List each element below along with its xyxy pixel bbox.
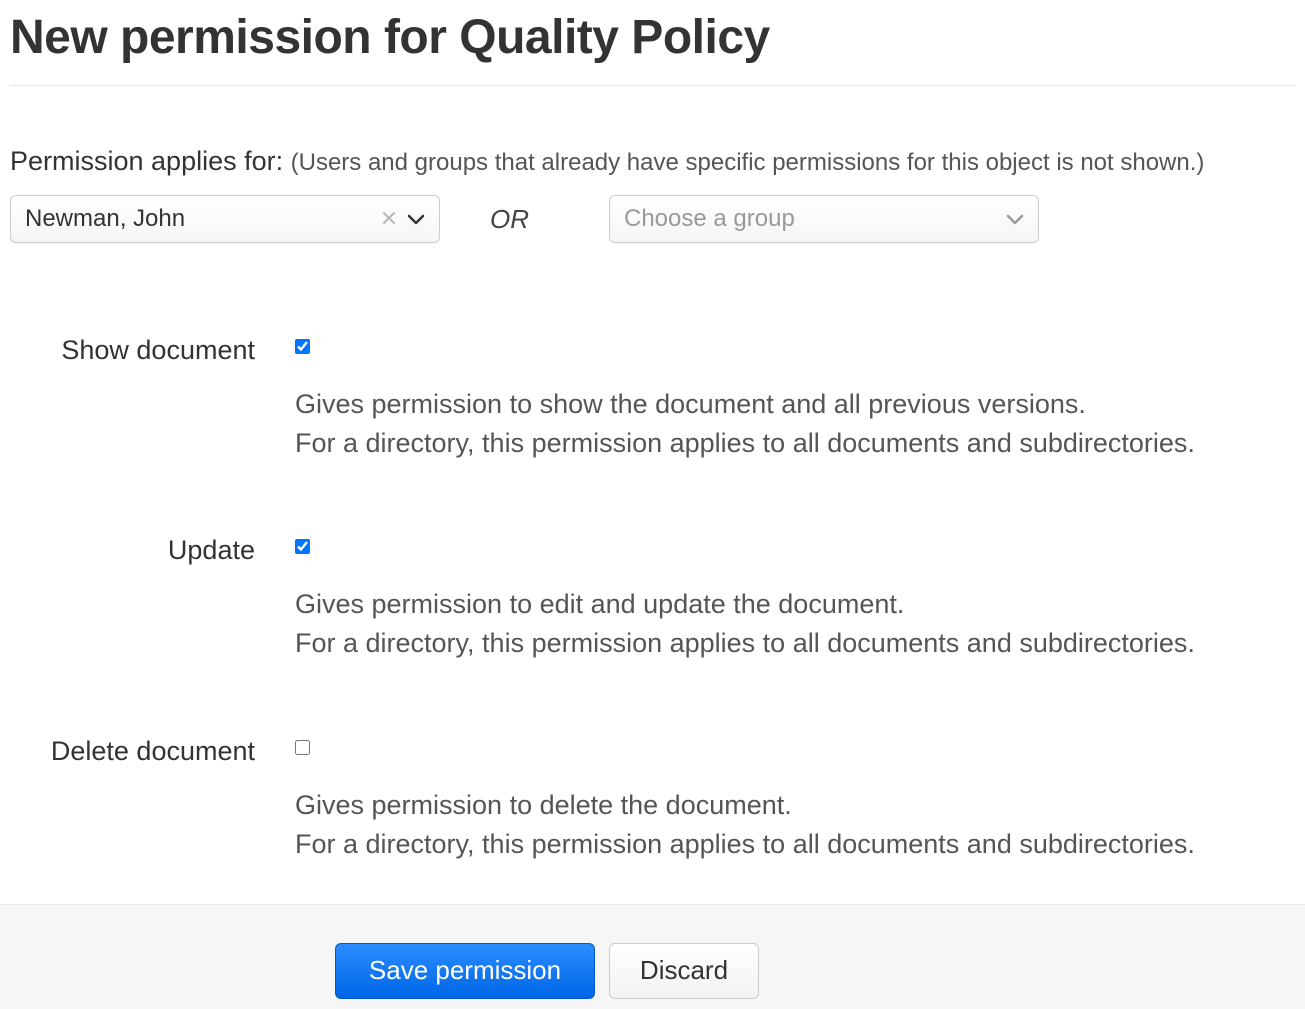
permission-label: Update — [10, 533, 295, 566]
desc-line: For a directory, this permission applies… — [295, 424, 1295, 463]
show-document-checkbox[interactable] — [295, 339, 310, 354]
applies-hint: (Users and groups that already have spec… — [291, 149, 1205, 176]
chevron-down-icon — [1006, 213, 1024, 225]
permission-description: Gives permission to edit and update the … — [295, 585, 1295, 663]
save-button[interactable]: Save permission — [335, 943, 595, 999]
desc-line: For a directory, this permission applies… — [295, 624, 1295, 663]
chevron-down-icon — [407, 213, 425, 225]
discard-button[interactable]: Discard — [609, 943, 759, 999]
desc-line: For a directory, this permission applies… — [295, 825, 1295, 864]
user-select-value: Newman, John — [25, 205, 381, 233]
permission-label: Delete document — [10, 734, 295, 767]
desc-line: Gives permission to edit and update the … — [295, 585, 1295, 624]
desc-line: Gives permission to show the document an… — [295, 385, 1295, 424]
or-label: OR — [490, 204, 529, 235]
permission-row-show: Show document Gives permission to show t… — [10, 333, 1295, 463]
divider — [10, 85, 1295, 86]
user-select[interactable]: Newman, John — [10, 195, 440, 243]
group-select-placeholder: Choose a group — [624, 205, 1006, 233]
permission-row-update: Update Gives permission to edit and upda… — [10, 533, 1295, 663]
permission-row-delete: Delete document Gives permission to dele… — [10, 734, 1295, 864]
selector-row: Newman, John OR Choose a group — [10, 195, 1295, 243]
update-checkbox[interactable] — [295, 539, 310, 554]
applies-label: Permission applies for: — [10, 146, 291, 176]
permission-description: Gives permission to show the document an… — [295, 385, 1295, 463]
applies-row: Permission applies for: (Users and group… — [10, 146, 1295, 177]
permission-label: Show document — [10, 333, 295, 366]
footer-bar: Save permission Discard — [0, 904, 1305, 1009]
delete-document-checkbox[interactable] — [295, 740, 310, 755]
desc-line: Gives permission to delete the document. — [295, 786, 1295, 825]
clear-icon[interactable] — [381, 208, 397, 230]
group-select[interactable]: Choose a group — [609, 195, 1039, 243]
permission-description: Gives permission to delete the document.… — [295, 786, 1295, 864]
page-title: New permission for Quality Policy — [10, 10, 1295, 65]
